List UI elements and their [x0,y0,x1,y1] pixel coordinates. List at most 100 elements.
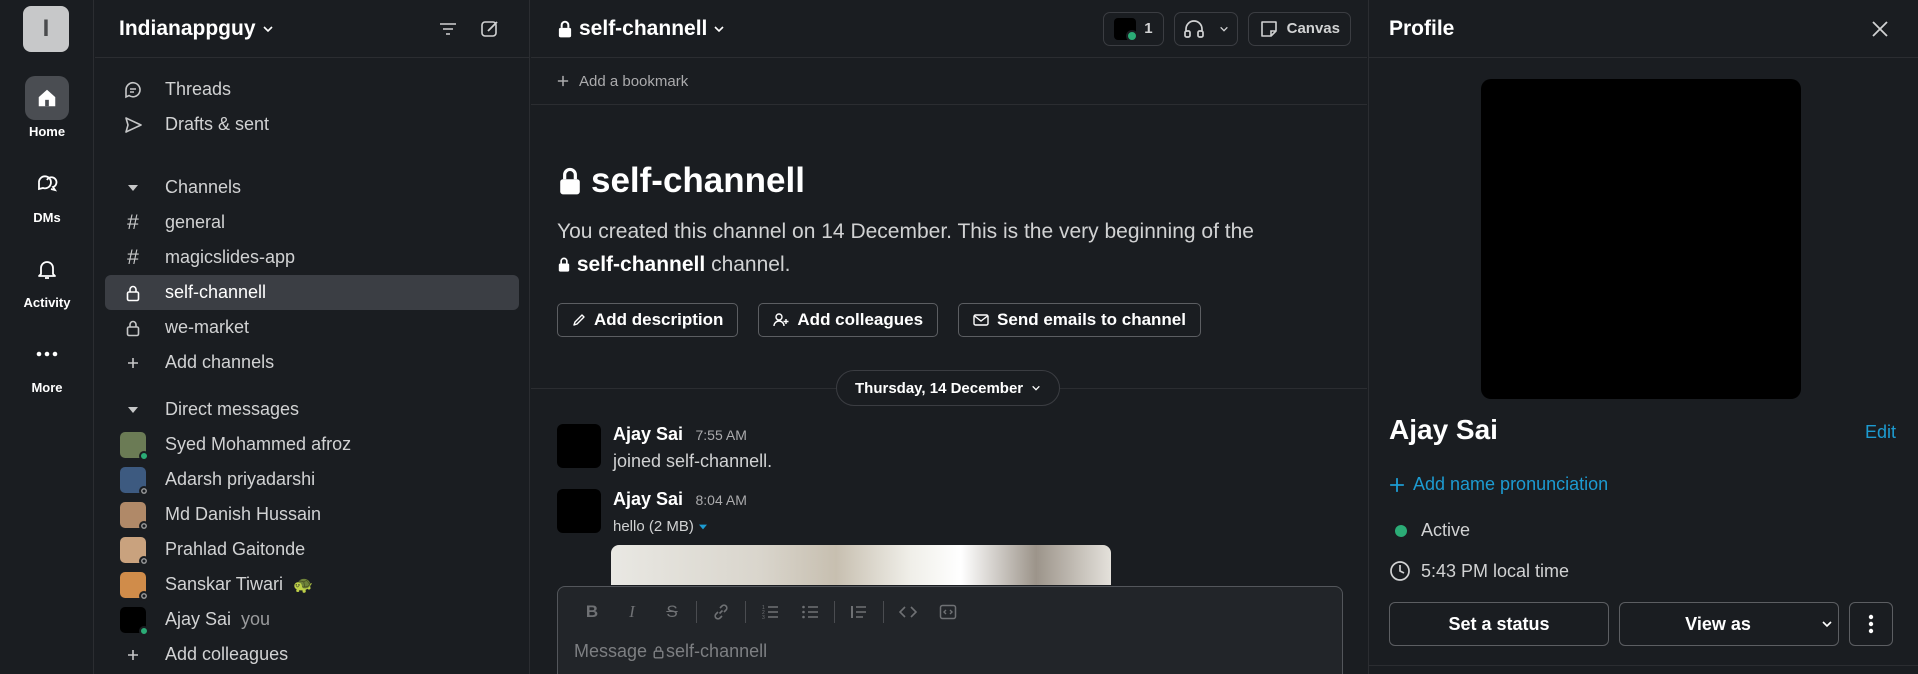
email-icon [973,314,989,326]
divider [883,601,884,623]
dm-label: Sanskar Tiwari [165,574,284,594]
filter-button[interactable] [433,14,463,44]
channel-sidebar: Indianappguy Threads Drafts & sent Chann… [95,0,530,674]
add-bookmark-button[interactable]: Add a bookmark [531,58,1367,105]
dm-item[interactable]: Prahlad Gaitonde [105,532,519,567]
presence-away-icon [139,520,149,531]
view-as-button[interactable]: View as [1619,602,1839,646]
pencil-icon [573,314,585,326]
plus-icon [1390,477,1404,492]
channel-label: general [165,212,226,232]
sidebar-item-we-market[interactable]: we-market [105,310,519,345]
intro-text-1: You created this channel on 14 December.… [557,220,1254,243]
presence-online-icon [139,450,149,461]
send-icon [119,107,147,142]
dm-item[interactable]: Md Danish Hussain [105,497,519,532]
members-button[interactable]: 1 [1103,11,1164,46]
chevron-down-icon [1219,26,1228,32]
presence-status: Active [1389,520,1470,541]
chevron-down-icon [1032,385,1040,391]
add-description-button[interactable]: Add description [557,303,739,337]
message[interactable]: Ajay Sai 7:55 AM joined self-channell. [557,424,772,472]
file-toggle[interactable]: hello (2 MB) [613,518,747,535]
channel-label: self-channell [165,282,267,302]
image-attachment[interactable] [611,545,1111,585]
message-author[interactable]: Ajay Sai [613,424,683,444]
rail-dms-label: DMs [33,210,61,225]
add-colleagues-button[interactable]: Add colleagues [105,637,519,672]
intro-channel-link[interactable]: self-channell [577,253,705,276]
divider [834,601,835,623]
more-vertical-icon [1868,614,1874,634]
message-composer[interactable]: B I S 123 Message self-channell [557,586,1343,674]
lock-icon [560,167,580,195]
sidebar-item-drafts[interactable]: Drafts & sent [105,107,519,142]
caret-down-icon [119,170,147,205]
avatar[interactable] [557,424,601,468]
lock-icon [558,20,572,37]
sidebar-item-general[interactable]: # general [105,205,519,240]
dm-item[interactable]: Sanskar Tiwari 🐢 [105,567,519,602]
channel-title-button[interactable]: self-channell [557,17,725,41]
huddle-button[interactable] [1173,11,1238,46]
workspace-switcher[interactable]: I [23,6,69,52]
bulleted-list-icon[interactable] [790,597,830,627]
compose-button[interactable] [475,14,505,44]
presence-away-icon [139,590,149,601]
date-divider-button[interactable]: Thursday, 14 December [836,370,1061,406]
add-pronunciation-link[interactable]: Add name pronunciation [1389,474,1608,495]
add-pronunciation-label: Add name pronunciation [1413,474,1609,494]
presence-online-icon [139,625,149,636]
more-actions-button[interactable] [1849,602,1893,646]
profile-panel: Profile Ajay Sai Edit Add name pronuncia… [1368,0,1918,674]
sidebar-item-magicslides-app[interactable]: # magicslides-app [105,240,519,275]
italic-icon[interactable]: I [612,597,652,627]
rail-more-label: More [31,380,63,395]
composer-placeholder[interactable]: Message self-channell [558,641,1342,662]
avatar[interactable] [557,489,601,533]
link-icon[interactable] [701,597,741,627]
rail-activity[interactable]: Activity [0,247,94,310]
channels-section-toggle[interactable]: Channels [105,170,519,205]
bold-icon[interactable]: B [572,597,612,627]
edit-profile-link[interactable]: Edit [1865,422,1896,443]
sidebar-item-self-channell[interactable]: self-channell [105,275,519,310]
dm-item[interactable]: Syed Mohammed afroz [105,427,519,462]
message-time[interactable]: 7:55 AM [696,427,747,443]
code-block-icon[interactable] [928,597,968,627]
rail-home-label: Home [28,124,66,139]
dm-item-self[interactable]: Ajay Sai you [105,602,519,637]
blockquote-icon[interactable] [839,597,879,627]
sidebar-item-threads[interactable]: Threads [105,72,519,107]
sidebar-header: Indianappguy [95,0,529,58]
close-icon[interactable] [1870,19,1890,39]
strikethrough-icon[interactable]: S [652,597,692,627]
dm-section-toggle[interactable]: Direct messages [105,392,519,427]
add-channels-label: Add channels [165,352,275,372]
set-status-label: Set a status [1448,613,1550,634]
send-emails-button[interactable]: Send emails to channel [958,303,1201,337]
plus-icon [119,345,147,380]
dm-item[interactable]: Adarsh priyadarshi [105,462,519,497]
workspace-menu[interactable]: Indianappguy [119,17,274,41]
avatar [120,536,149,566]
add-channels-button[interactable]: Add channels [105,345,519,380]
add-colleagues-intro-button[interactable]: Add colleagues [758,303,939,337]
channel-label: magicslides-app [165,247,296,267]
rail-dms[interactable]: DMs [0,162,94,225]
profile-photo[interactable] [1481,79,1801,399]
ordered-list-icon[interactable]: 123 [750,597,790,627]
date-divider-label: Thursday, 14 December [855,379,1024,397]
message-author[interactable]: Ajay Sai [613,489,683,509]
code-icon[interactable] [888,597,928,627]
message[interactable]: Ajay Sai 8:04 AM hello (2 MB) [557,489,747,535]
set-status-button[interactable]: Set a status [1389,602,1609,646]
canvas-button[interactable]: Canvas [1247,11,1351,46]
message-time[interactable]: 8:04 AM [696,492,747,508]
rail-more[interactable]: More [0,332,94,395]
rail-home[interactable]: Home [0,76,94,139]
channel-header: self-channell 1 Canvas [531,0,1367,58]
profile-name: Ajay Sai [1389,414,1498,445]
rail-activity-label: Activity [23,295,71,310]
filter-icon [440,22,456,35]
